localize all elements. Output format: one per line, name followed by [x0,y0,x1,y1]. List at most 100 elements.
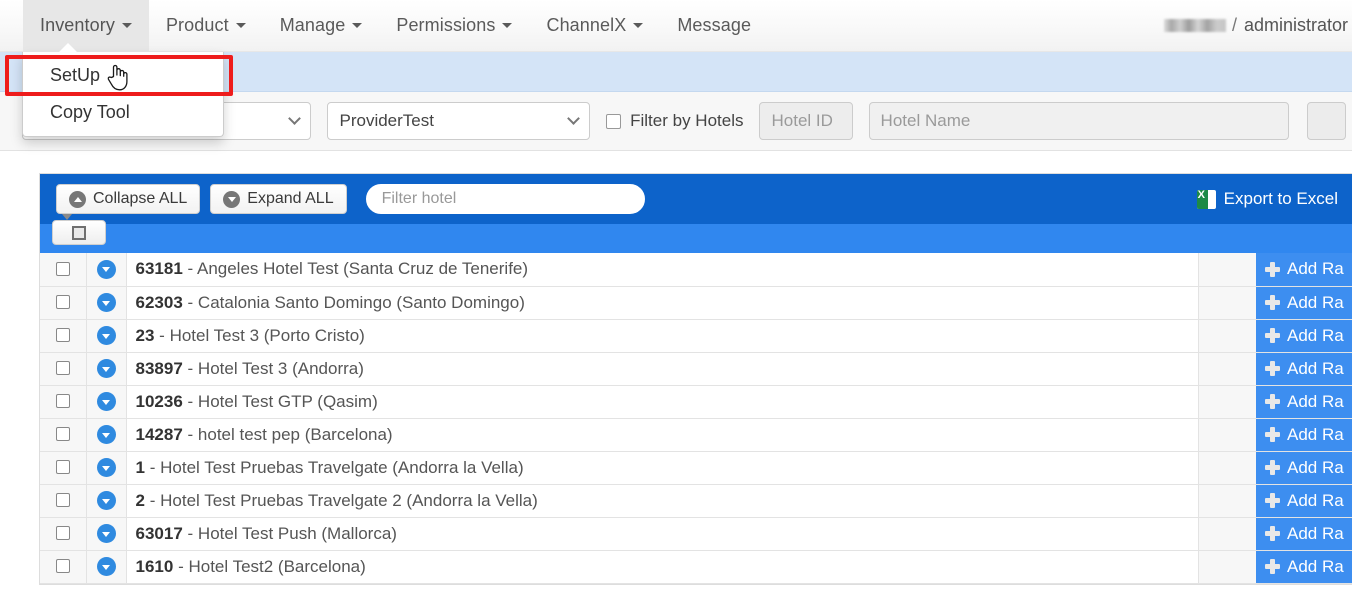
checkbox-box [606,113,622,129]
row-add-rate-cell[interactable]: Add Ra [1256,418,1352,452]
expand-row-button[interactable] [96,524,116,543]
hotel-name: Hotel Test GTP (Qasim) [197,391,378,411]
inventory-dropdown-menu: SetUp Copy Tool [22,43,224,137]
hotel-label: 62303 - Catalonia Santo Domingo (Santo D… [136,293,525,312]
hotel-dash: - [159,325,165,345]
plus-icon [1265,295,1280,310]
add-rate-button[interactable]: Add Ra [1265,259,1352,279]
add-rate-button[interactable]: Add Ra [1265,326,1352,346]
row-expand-cell [86,385,127,419]
nav-item-label: ChannelX [546,15,627,35]
redacted-account-name [1163,19,1226,32]
chevron-down-icon [288,112,302,125]
filter-bar-extra-field[interactable] [1306,102,1346,140]
row-checkbox-cell [40,484,87,518]
row-hotel-cell: 63181 - Angeles Hotel Test (Santa Cruz d… [126,253,1198,287]
nav-item-inventory[interactable]: Inventory [23,0,149,51]
nav-item-permissions[interactable]: Permissions [379,0,529,51]
dropdown-item-setup[interactable]: SetUp [23,57,223,94]
nav-item-label: Inventory [40,15,115,35]
row-checkbox[interactable] [55,460,70,475]
hotel-dash: - [187,391,194,411]
expand-all-button[interactable]: Expand ALL [210,184,347,214]
expand-row-button[interactable] [96,259,116,279]
row-add-rate-cell[interactable]: Add Ra [1256,451,1352,485]
expand-row-button[interactable] [96,359,116,378]
row-hotel-cell: 10236 - Hotel Test GTP (Qasim) [126,385,1198,419]
checkbox-box [72,225,86,240]
add-rate-button[interactable]: Add Ra [1265,392,1352,412]
row-checkbox-cell [40,451,87,485]
hotel-name: hotel test pep (Barcelona) [197,424,393,444]
row-checkbox[interactable] [55,526,70,541]
user-separator: / [1231,15,1237,35]
row-add-rate-cell[interactable]: Add Ra [1256,253,1352,287]
nav-item-message[interactable]: Message [660,0,768,51]
row-spacer-cell [1197,418,1256,452]
expand-row-button[interactable] [96,491,116,510]
expand-row-button[interactable] [96,392,116,411]
add-rate-button[interactable]: Add Ra [1265,359,1352,379]
row-add-rate-cell[interactable]: Add Ra [1256,352,1352,386]
nav-item-label: Manage [279,15,346,35]
row-expand-cell [86,319,127,353]
filter-by-hotels-checkbox[interactable]: Filter by Hotels [606,111,743,131]
hotel-dash: - [187,358,194,378]
row-add-rate-cell[interactable]: Add Ra [1256,286,1352,320]
row-expand-cell [86,550,127,584]
user-account-area[interactable]: / administrator [1163,0,1352,51]
add-rate-button[interactable]: Add Ra [1265,425,1352,445]
hotel-id: 83897 [135,358,183,378]
collapse-all-button[interactable]: Collapse ALL [56,184,201,214]
add-rate-label: Add Ra [1287,523,1344,543]
row-checkbox-cell [40,253,87,287]
row-checkbox[interactable] [55,394,70,409]
add-rate-button[interactable]: Add Ra [1265,491,1352,511]
add-rate-label: Add Ra [1287,490,1344,510]
chevron-down-icon [121,23,132,28]
select-provider[interactable]: ProviderTest [327,102,591,140]
add-rate-button[interactable]: Add Ra [1265,524,1352,544]
row-checkbox[interactable] [55,262,70,277]
add-rate-button[interactable]: Add Ra [1265,458,1352,478]
row-add-rate-cell[interactable]: Add Ra [1256,484,1352,518]
row-checkbox[interactable] [55,493,70,508]
row-checkbox[interactable] [55,328,70,343]
row-checkbox[interactable] [55,295,70,310]
plus-icon [1265,460,1280,475]
filter-hotel-input[interactable]: Filter hotel [365,184,645,214]
table-row: 63017 - Hotel Test Push (Mallorca) Add Ra [40,517,1352,551]
expand-row-button[interactable] [96,293,116,312]
row-expand-cell [86,517,127,551]
nav-item-label: Permissions [396,15,496,35]
hotel-id-input[interactable]: Hotel ID [759,102,853,140]
row-add-rate-cell[interactable]: Add Ra [1256,319,1352,353]
nav-item-product[interactable]: Product [149,0,263,51]
expand-row-button[interactable] [96,425,116,444]
hotel-name-input[interactable]: Hotel Name [868,102,1289,140]
select-all-checkbox[interactable] [52,220,106,245]
chevron-down-icon [352,23,363,28]
add-rate-button[interactable]: Add Ra [1265,557,1352,577]
expand-row-button[interactable] [96,326,116,345]
nav-item-manage[interactable]: Manage [263,0,380,51]
hotel-name: Hotel Test 3 (Porto Cristo) [169,325,365,345]
row-add-rate-cell[interactable]: Add Ra [1256,385,1352,419]
row-hotel-cell: 23 - Hotel Test 3 (Porto Cristo) [126,319,1198,353]
expand-row-button[interactable] [96,557,116,576]
nav-item-channelx[interactable]: ChannelX [529,0,660,51]
row-hotel-cell: 14287 - hotel test pep (Barcelona) [126,418,1198,452]
hotels-panel: Collapse ALL Expand ALL Filter hotel Exp… [39,173,1352,585]
row-add-rate-cell[interactable]: Add Ra [1256,517,1352,551]
export-to-excel-button[interactable]: Export to Excel [1196,189,1338,209]
row-checkbox[interactable] [55,361,70,376]
expand-row-button[interactable] [96,458,116,477]
row-add-rate-cell[interactable]: Add Ra [1256,550,1352,584]
row-expand-cell [86,418,127,452]
row-checkbox[interactable] [55,559,70,574]
add-rate-button[interactable]: Add Ra [1265,293,1352,313]
dropdown-item-copy-tool[interactable]: Copy Tool [23,94,223,131]
row-checkbox[interactable] [55,427,70,442]
hotel-name: Hotel Test Pruebas Travelgate (Andorra l… [160,457,524,477]
hotel-label: 63017 - Hotel Test Push (Mallorca) [136,524,397,543]
